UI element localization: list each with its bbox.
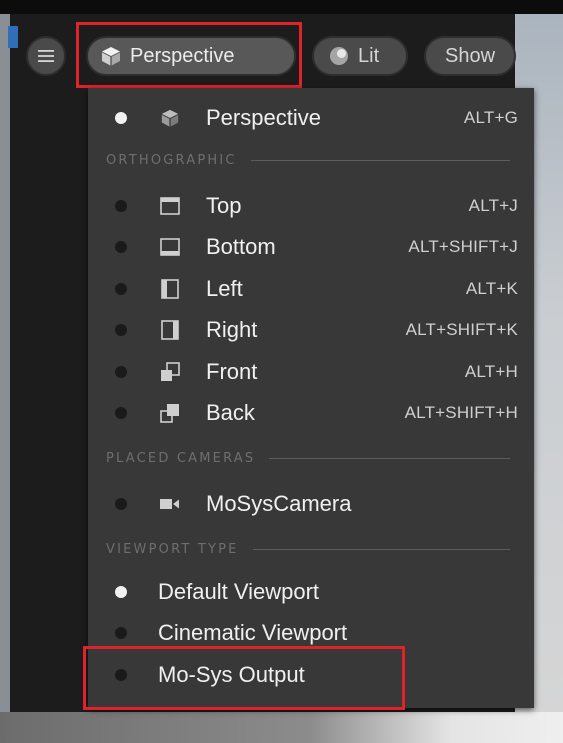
menu-item-front[interactable]: Front ALT+H: [88, 352, 534, 392]
unselected-bullet: [115, 324, 127, 336]
selected-bullet: [115, 586, 127, 598]
menu-item-shortcut: ALT+H: [464, 362, 518, 381]
menu-item-shortcut: ALT+G: [463, 108, 518, 127]
viewport-scene-left-accent: [8, 26, 18, 48]
menu-item-shortcut: ALT+J: [468, 196, 518, 215]
menu-item-label: Front: [206, 359, 258, 384]
sphere-icon: [330, 47, 348, 65]
view-right-icon: [158, 318, 182, 342]
view-front-icon: [158, 360, 182, 384]
menu-item-top[interactable]: Top ALT+J: [88, 186, 534, 226]
show-flags-label: Show: [444, 44, 496, 67]
view-back-icon: [158, 401, 182, 425]
unselected-bullet: [115, 366, 127, 378]
unselected-bullet: [115, 669, 127, 681]
section-divider: [250, 159, 510, 161]
section-divider: [252, 548, 510, 550]
menu-item-shortcut: ALT+K: [465, 279, 518, 298]
menu-item-label: Mo-Sys Output: [158, 662, 305, 687]
menu-item-label: Back: [206, 400, 255, 425]
selected-bullet: [115, 112, 127, 124]
perspective-dropdown-label: Perspective: [130, 44, 235, 67]
section-header: VIEWPORT TYPE: [106, 541, 239, 557]
hamburger-icon: [38, 50, 54, 62]
menu-item-mo-sys-output[interactable]: Mo-Sys Output: [88, 655, 534, 695]
menu-item-label: Perspective: [206, 105, 321, 130]
section-header: PLACED CAMERAS: [106, 450, 256, 466]
menu-item-shortcut: ALT+SHIFT+K: [405, 320, 518, 339]
camera-icon: [158, 492, 182, 516]
unselected-bullet: [115, 407, 127, 419]
section-viewport-type: VIEWPORT TYPE: [106, 539, 516, 559]
unselected-bullet: [115, 627, 127, 639]
unselected-bullet: [115, 241, 127, 253]
menu-item-label: Bottom: [206, 234, 276, 259]
menu-item-perspective[interactable]: Perspective ALT+G: [88, 98, 534, 138]
view-bottom-icon: [158, 235, 182, 259]
show-flags-button[interactable]: Show: [424, 36, 516, 76]
menu-item-mosyscamera[interactable]: MoSysCamera: [88, 484, 534, 524]
menu-item-bottom[interactable]: Bottom ALT+SHIFT+J: [88, 227, 534, 267]
lit-mode-button[interactable]: Lit: [312, 36, 408, 76]
section-placed-cameras: PLACED CAMERAS: [106, 448, 516, 468]
section-header: ORTHOGRAPHIC: [106, 152, 237, 168]
menu-item-right[interactable]: Right ALT+SHIFT+K: [88, 310, 534, 350]
menu-item-label: Cinematic Viewport: [158, 620, 348, 645]
window-top-strip: [0, 0, 563, 14]
menu-item-label: Top: [206, 193, 242, 218]
menu-item-label: Default Viewport: [158, 579, 320, 604]
menu-item-back[interactable]: Back ALT+SHIFT+H: [88, 393, 534, 433]
menu-item-default-viewport[interactable]: Default Viewport: [88, 572, 534, 612]
view-mode-menu: Perspective ALT+G ORTHOGRAPHIC Top ALT+J…: [88, 88, 534, 708]
unselected-bullet: [115, 200, 127, 212]
menu-item-shortcut: ALT+SHIFT+J: [408, 237, 518, 256]
menu-item-label: MoSysCamera: [206, 491, 352, 516]
menu-item-shortcut: ALT+SHIFT+H: [404, 403, 518, 422]
cube-icon: [158, 106, 182, 130]
view-top-icon: [158, 194, 182, 218]
cube-icon: [102, 47, 120, 66]
view-left-icon: [158, 277, 182, 301]
viewport-options-button[interactable]: [26, 36, 66, 76]
menu-item-left[interactable]: Left ALT+K: [88, 269, 534, 309]
unselected-bullet: [115, 498, 127, 510]
viewport-scene-left: [0, 14, 10, 743]
section-orthographic: ORTHOGRAPHIC: [106, 150, 516, 170]
unselected-bullet: [115, 283, 127, 295]
menu-item-cinematic-viewport[interactable]: Cinematic Viewport: [88, 613, 534, 653]
section-divider: [269, 457, 510, 459]
viewport-scene-bottom: [0, 712, 563, 743]
menu-item-label: Left: [206, 276, 243, 301]
menu-item-label: Right: [206, 317, 258, 342]
perspective-dropdown-button[interactable]: Perspective: [86, 36, 296, 76]
lit-mode-label: Lit: [358, 44, 380, 67]
